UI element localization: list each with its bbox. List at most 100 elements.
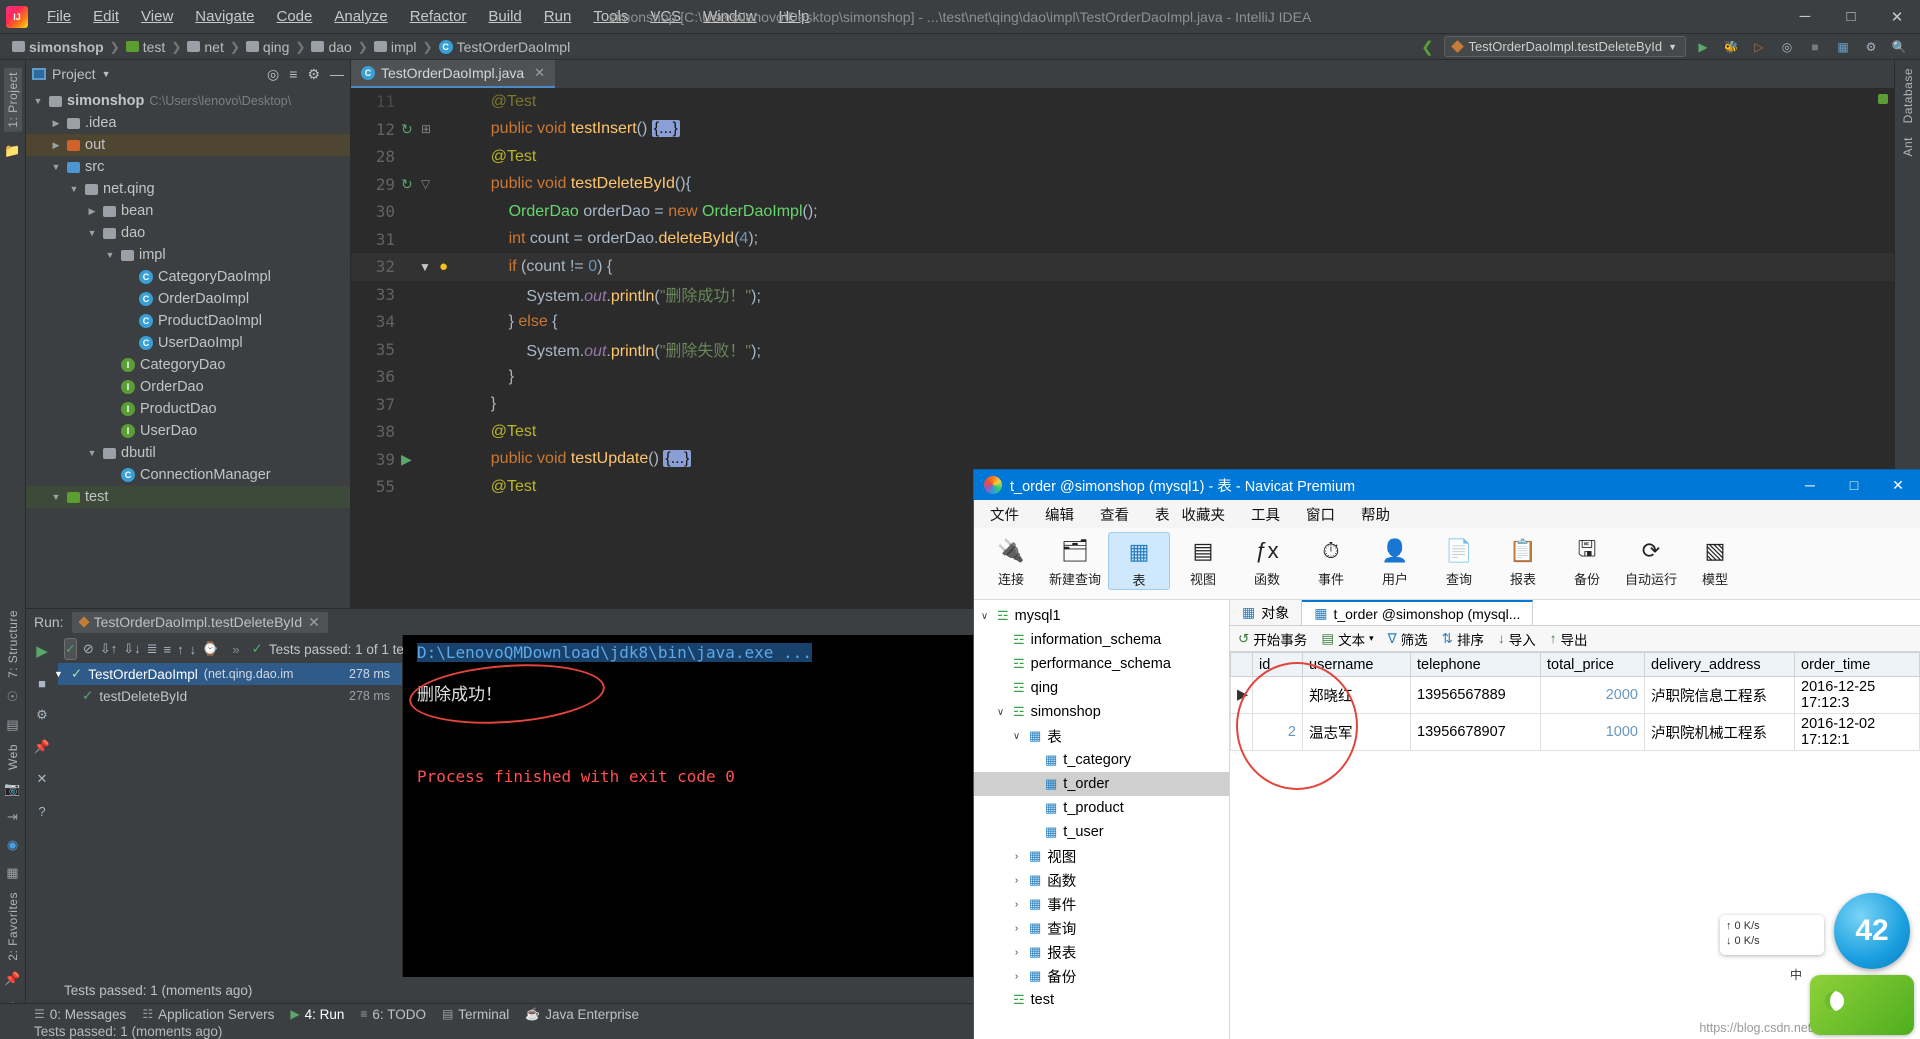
column-header-id[interactable]: id — [1252, 652, 1303, 677]
tree-node--idea[interactable]: ▶ .idea — [26, 112, 350, 134]
navicat-menu-view[interactable]: 查看 — [1100, 504, 1129, 525]
navicat-toolbar-user-icon[interactable]: 👤 用户 — [1364, 532, 1426, 588]
cell-total-price[interactable]: 1000 — [1540, 713, 1645, 751]
designer-icon[interactable]: ▤ — [4, 716, 22, 734]
code-line-28[interactable]: 28 @Test — [351, 143, 1894, 171]
code-line-38[interactable]: 38 @Test — [351, 418, 1894, 446]
column-header-username[interactable]: username — [1302, 652, 1411, 677]
navicat-tree-t_user[interactable]: ▦ t_user — [974, 820, 1229, 844]
navicat-menu-file[interactable]: 文件 — [990, 504, 1019, 525]
code-line-34[interactable]: 34 } else { — [351, 308, 1894, 336]
close-icon[interactable]: ✕ — [32, 769, 52, 789]
navicat-tree-[interactable]: › ▦ 查询 — [974, 916, 1229, 940]
navicat-grid-begin-transaction-icon[interactable]: ↺ 开始事务 — [1238, 629, 1307, 649]
navicat-menu-edit[interactable]: 编辑 — [1045, 504, 1074, 525]
settings-icon[interactable]: ⚙ — [32, 705, 52, 725]
menu-edit[interactable]: Edit — [82, 4, 130, 29]
cell-delivery-address[interactable]: 泸职院信息工程系 — [1644, 676, 1795, 714]
chevron-down-icon[interactable]: ▼ — [50, 492, 62, 502]
tool-window-ant[interactable]: Ant — [1901, 137, 1915, 157]
run-test-icon[interactable]: ↻ — [401, 176, 413, 193]
expand-all-icon[interactable]: ≣ — [147, 638, 158, 660]
chevron-right-icon[interactable]: › — [1010, 875, 1023, 886]
ime-indicator[interactable]: 中 — [1790, 966, 1802, 983]
run-coverage-icon[interactable]: ▷ — [1748, 37, 1770, 57]
navicat-menu-table[interactable]: 表 — [1155, 504, 1170, 525]
navicat-toolbar-query-icon[interactable]: 📄 查询 — [1428, 532, 1490, 588]
navicat-grid-filter-icon[interactable]: ∇ 筛选 — [1388, 629, 1428, 649]
code-line-30[interactable]: 30 OrderDao orderDao = new OrderDaoImpl(… — [351, 198, 1894, 226]
bottom-tab-6-todo[interactable]: ≡ 6: TODO — [360, 1007, 426, 1022]
navicat-tree-t_category[interactable]: ▦ t_category — [974, 748, 1229, 772]
code-line-11[interactable]: 11 @Test — [351, 88, 1894, 116]
navicat-grid-text-icon[interactable]: ▤ 文本 ▾ — [1321, 629, 1373, 649]
navicat-tree-[interactable]: › ▦ 事件 — [974, 892, 1229, 916]
navicat-toolbar-model-icon[interactable]: ▧ 模型 — [1684, 532, 1746, 588]
navicat-grid-sort-icon[interactable]: ⇅ 排序 — [1442, 629, 1484, 649]
tool-window-project[interactable]: 1: Project — [3, 68, 22, 132]
chevron-right-icon[interactable]: ▶ — [86, 206, 98, 217]
editor-tab-testorderdaoimpl[interactable]: C TestOrderDaoImpl.java ✕ — [351, 60, 556, 88]
assistant-widget[interactable] — [1810, 975, 1914, 1035]
code-line-12[interactable]: 12 ↻ ⊞ public void testInsert() {...} — [351, 116, 1894, 144]
bottom-tab-terminal[interactable]: ▤ Terminal — [442, 1007, 509, 1022]
tree-node-categorydaoimpl[interactable]: C CategoryDaoImpl — [26, 266, 350, 288]
navicat-minimize-button[interactable]: ─ — [1788, 470, 1832, 500]
chevron-right-icon[interactable]: › — [1010, 923, 1023, 934]
cell-total-price[interactable]: 2000 — [1540, 676, 1645, 714]
close-button[interactable]: ✕ — [1874, 0, 1920, 34]
test-row-testorderdaoimpl[interactable]: ▼ ✓ TestOrderDaoImpl (net.qing.dao.im 278 ms — [54, 663, 402, 685]
tree-node-userdao[interactable]: I UserDao — [26, 420, 350, 442]
run-tab[interactable]: TestOrderDaoImpl.testDeleteById ✕ — [71, 611, 328, 633]
tree-node-categorydao[interactable]: I CategoryDao — [26, 354, 350, 376]
tree-node-connectionmanager[interactable]: C ConnectionManager — [26, 464, 350, 486]
tree-node-productdao[interactable]: I ProductDao — [26, 398, 350, 420]
navicat-tab-torder[interactable]: ▦ t_order @simonshop (mysql... — [1302, 600, 1534, 625]
navicat-toolbar-connection-icon[interactable]: 🔌 连接 — [980, 532, 1042, 588]
run-green-icon[interactable]: ▶ — [401, 451, 412, 468]
next-icon[interactable]: ↓ — [190, 638, 197, 660]
test-row-testdeletebyid[interactable]: ✓ testDeleteById 278 ms — [58, 685, 402, 707]
column-header-total-price[interactable]: total_price — [1540, 652, 1645, 677]
code-line-39[interactable]: 39 ▶ public void testUpdate() {...} — [351, 446, 1894, 474]
history-icon[interactable]: ⌚ — [202, 638, 218, 660]
test-list[interactable]: ▼ ✓ TestOrderDaoImpl (net.qing.dao.im 278 ms… — [54, 663, 402, 707]
tree-node-orderdao[interactable]: I OrderDao — [26, 376, 350, 398]
tree-node-simonshop[interactable]: ▼ simonshop C:\Users\lenovo\Desktop\ — [26, 90, 350, 112]
tree-node-dbutil[interactable]: ▼ dbutil — [26, 442, 350, 464]
tree-node-orderdaoimpl[interactable]: C OrderDaoImpl — [26, 288, 350, 310]
navicat-toolbar-function-icon[interactable]: ƒx 函数 — [1236, 532, 1298, 588]
navicat-menu-window[interactable]: 窗口 — [1306, 504, 1335, 525]
menu-code[interactable]: Code — [265, 4, 323, 29]
tree-node-userdaoimpl[interactable]: C UserDaoImpl — [26, 332, 350, 354]
stop-icon[interactable]: ■ — [1804, 37, 1826, 57]
cell-id[interactable]: 2 — [1252, 713, 1303, 751]
table-row[interactable]: 2 温志军 13956678907 1000 泸职院机械工程系 2016-12-02 17… — [1230, 713, 1920, 751]
chevron-right-icon[interactable]: › — [1010, 971, 1023, 982]
code-line-33[interactable]: 33 System.out.println("删除成功！"); — [351, 281, 1894, 309]
navicat-grid-export-icon[interactable]: ↑ 导出 — [1550, 629, 1588, 649]
chevron-down-icon[interactable]: ∨ — [994, 707, 1007, 718]
breadcrumb-item-test[interactable]: test — [122, 39, 170, 55]
navicat-menu-favorites[interactable]: 收藏夹 — [1182, 504, 1226, 525]
tool-window-favorites[interactable]: 2: Favorites — [6, 892, 20, 961]
sort-duration-icon[interactable]: ⇩↓ — [123, 638, 140, 660]
navicat-toolbar[interactable]: 🔌 连接 🗂 新建查询 ▦ 表 ▤ 视图 ƒx 函数 ⏱ 事件 👤 用户 📄 查询 📋 报表 🖫 备份 ⟳ 自动运行 ▧ 模型 — [974, 528, 1920, 600]
help-icon[interactable]: ? — [32, 801, 52, 821]
navicat-tree-test[interactable]: ☲ test — [974, 988, 1229, 1012]
breakpoint-marker-icon[interactable]: ▼ — [419, 260, 431, 274]
tree-node-bean[interactable]: ▶ bean — [26, 200, 350, 222]
chevron-down-icon[interactable]: ▼ — [50, 162, 62, 172]
grid-icon[interactable]: ▦ — [4, 864, 22, 882]
cell-username[interactable]: 温志军 — [1302, 713, 1411, 751]
close-icon[interactable]: ✕ — [308, 614, 320, 631]
tree-node-dao[interactable]: ▼ dao — [26, 222, 350, 244]
run-icon[interactable]: ▶ — [1692, 37, 1714, 57]
collapse-all-icon[interactable]: ≡ — [289, 66, 297, 82]
breadcrumb-item-qing[interactable]: qing — [242, 39, 293, 55]
code-line-36[interactable]: 36 } — [351, 363, 1894, 391]
fold-toggle-icon[interactable]: ▽ — [421, 177, 430, 191]
menu-build[interactable]: Build — [477, 4, 532, 29]
breadcrumb-item-simonshop[interactable]: simonshop — [8, 39, 108, 55]
tree-node-out[interactable]: ▶ out — [26, 134, 350, 156]
